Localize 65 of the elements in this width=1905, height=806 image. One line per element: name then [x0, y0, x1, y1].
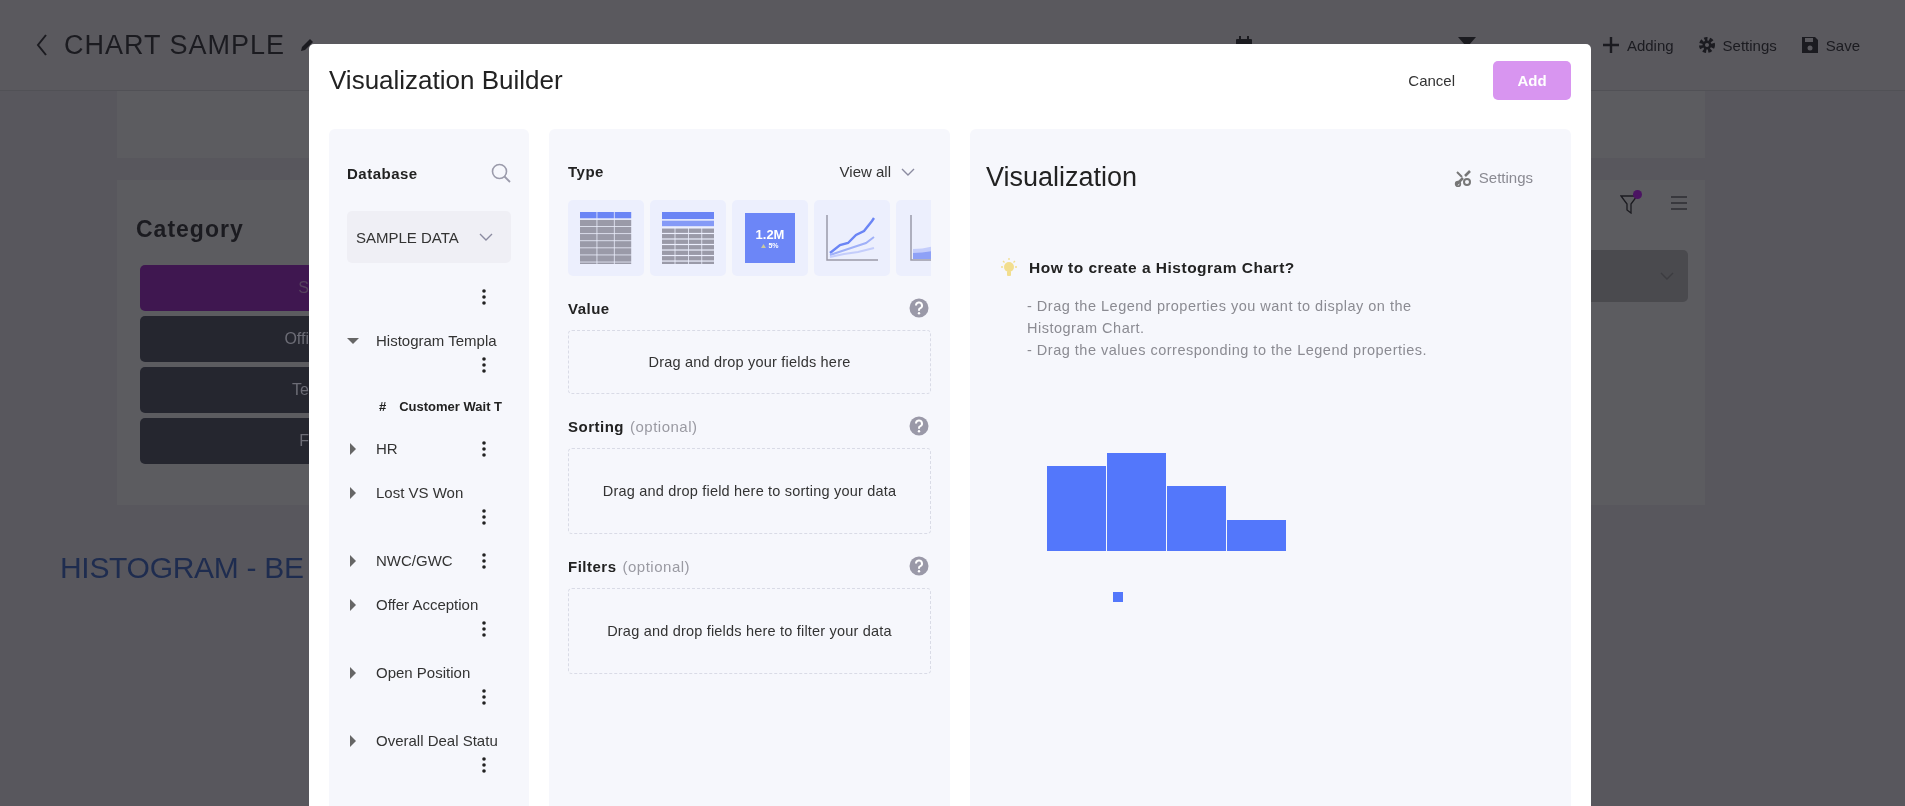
- chart-type-tile[interactable]: [814, 200, 890, 276]
- view-all-button[interactable]: View all: [839, 163, 915, 180]
- caret-right-icon[interactable]: [347, 555, 359, 567]
- chevron-down-icon[interactable]: [479, 233, 493, 241]
- tree-item[interactable]: Lost VS Won: [376, 481, 464, 505]
- tree-item[interactable]: Open Position: [376, 661, 471, 685]
- caret-down-icon[interactable]: [347, 335, 359, 347]
- triangle-icon: [761, 243, 767, 248]
- chart-type-tile[interactable]: [650, 200, 726, 276]
- kebab-menu-icon[interactable]: [482, 757, 486, 773]
- filter-icon[interactable]: [1620, 194, 1638, 214]
- back-icon[interactable]: [36, 34, 48, 56]
- database-select[interactable]: SAMPLE DATA: [347, 211, 511, 263]
- lightbulb-icon: [998, 257, 1020, 279]
- tree-item[interactable]: Histogram Templa: [376, 329, 497, 353]
- help-icon[interactable]: [909, 416, 929, 436]
- tree-item[interactable]: Overall Deal Statu: [376, 729, 498, 753]
- cancel-button[interactable]: Cancel: [1406, 65, 1457, 95]
- section-label: Filters (optional): [568, 557, 691, 575]
- legend-swatch: [1113, 592, 1123, 602]
- tree-item[interactable]: HR: [376, 437, 398, 461]
- drop-zone[interactable]: Drag and drop fields here to filter your data: [568, 588, 931, 674]
- table-icon: [580, 212, 632, 264]
- tree-item[interactable]: NWC/GWC: [376, 549, 453, 573]
- tree-item[interactable]: Offer Acception: [376, 593, 479, 617]
- search-icon[interactable]: [491, 163, 511, 183]
- chevron-down-icon: [901, 167, 915, 176]
- kebab-menu-icon[interactable]: [482, 621, 486, 637]
- kebab-menu-icon[interactable]: [482, 441, 486, 457]
- save-icon: [1800, 36, 1819, 54]
- caret-right-icon[interactable]: [347, 487, 359, 499]
- drop-zone[interactable]: Drag and drop field here to sorting your data: [568, 448, 931, 534]
- caret-right-icon[interactable]: [347, 443, 359, 455]
- panel-heading: Type: [568, 163, 604, 180]
- tools-icon: [1453, 168, 1472, 187]
- section-label: Value: [568, 299, 610, 317]
- line-chart-icon: [826, 215, 878, 261]
- section-title: HISTOGRAM - BE: [60, 551, 304, 585]
- settings-icon: [1697, 36, 1716, 54]
- drop-zone[interactable]: Drag and drop your fields here: [568, 330, 931, 394]
- help-heading: How to create a Histogram Chart?: [1029, 259, 1295, 277]
- pencil-icon[interactable]: [299, 37, 316, 53]
- caret-right-icon[interactable]: [347, 667, 359, 679]
- field-type: #: [379, 398, 387, 416]
- card-title: Category: [136, 216, 245, 243]
- panel-title: Visualization: [986, 162, 1138, 193]
- caret-right-icon[interactable]: [347, 735, 359, 747]
- help-icon[interactable]: [909, 556, 929, 576]
- help-text: - Drag the Legend properties you want to display on the Histogram Chart. - Drag the values corresponding to the Legend properties.: [1027, 297, 1429, 360]
- dialog-title: Visualization Builder: [329, 64, 563, 96]
- kpi-value: 1.2M: [755, 227, 785, 242]
- kebab-menu-icon[interactable]: [482, 553, 486, 569]
- kebab-menu-icon[interactable]: [482, 509, 486, 525]
- kebab-menu-icon[interactable]: [482, 357, 486, 373]
- chart-type-tile[interactable]: [568, 200, 644, 276]
- caret-right-icon[interactable]: [347, 599, 359, 611]
- pivot-table-icon: [662, 212, 714, 264]
- plus-icon: [1601, 36, 1620, 54]
- help-icon[interactable]: [909, 298, 929, 318]
- field-item[interactable]: Customer Wait T: [399, 395, 503, 419]
- page-title: CHART SAMPLE: [64, 29, 286, 61]
- kebab-menu-icon[interactable]: [482, 289, 486, 305]
- section-label: Sorting (optional): [568, 417, 698, 435]
- kebab-menu-icon[interactable]: [482, 689, 486, 705]
- panel-heading: Database: [347, 164, 418, 182]
